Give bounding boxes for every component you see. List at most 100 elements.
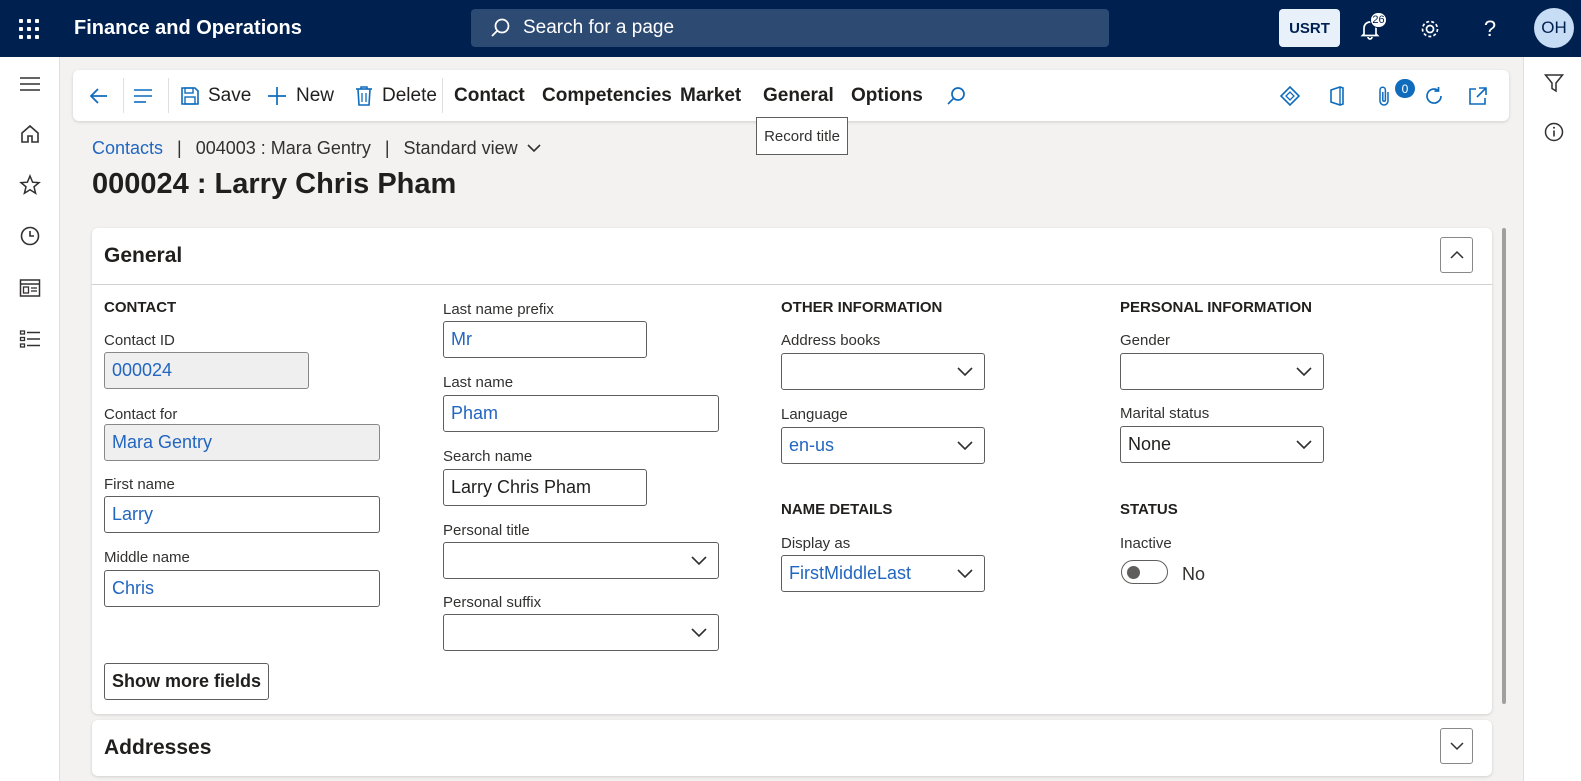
divider: [92, 284, 1492, 285]
chevron-down-icon: [1296, 367, 1312, 377]
address-books-dropdown[interactable]: [781, 353, 985, 390]
paperclip-icon: [1379, 86, 1389, 106]
chevron-up-icon: [1449, 250, 1464, 259]
left-navigation: [0, 57, 60, 781]
first-name-field[interactable]: Larry: [104, 496, 380, 533]
chevron-down-icon: [1296, 440, 1312, 450]
refresh-icon: [1426, 86, 1442, 104]
power-apps-button[interactable]: [1279, 70, 1309, 121]
trash-icon: [356, 85, 372, 106]
tab-contact[interactable]: Contact: [454, 70, 525, 121]
notifications-button[interactable]: 26: [1353, 12, 1387, 46]
collapse-button[interactable]: [1440, 237, 1473, 273]
delete-label: Delete: [382, 84, 437, 106]
office-icon: [1330, 85, 1344, 106]
last-name-field[interactable]: Pham: [443, 395, 719, 432]
actions-menu-button[interactable]: [132, 70, 162, 121]
name-details-heading: NAME DETAILS: [781, 501, 893, 518]
save-button[interactable]: Save: [180, 70, 251, 121]
open-new-window-button[interactable]: [1467, 70, 1497, 121]
delete-button[interactable]: Delete: [354, 70, 437, 121]
search-input[interactable]: Search for a page: [471, 9, 1109, 47]
personal-suffix-dropdown[interactable]: [443, 614, 719, 651]
new-button[interactable]: New: [266, 70, 334, 121]
last-name-prefix-field[interactable]: Mr: [443, 321, 647, 358]
inactive-toggle[interactable]: [1121, 560, 1168, 584]
tab-general[interactable]: General: [763, 70, 834, 121]
gear-icon: [1421, 20, 1439, 38]
status-heading: STATUS: [1120, 501, 1178, 518]
contact-for-field[interactable]: Mara Gentry: [104, 424, 380, 461]
contact-group-heading: CONTACT: [104, 299, 177, 316]
info-icon[interactable]: [1541, 119, 1567, 145]
gender-label: Gender: [1120, 332, 1171, 349]
breadcrumb-separator: |: [177, 137, 182, 158]
search-placeholder: Search for a page: [523, 17, 675, 38]
tab-options[interactable]: Options: [851, 70, 923, 121]
last-name-prefix-label: Last name prefix: [443, 301, 554, 318]
attachments-badge: 0: [1395, 79, 1415, 98]
display-as-dropdown[interactable]: FirstMiddleLast: [781, 555, 985, 592]
hamburger-icon[interactable]: [17, 71, 43, 97]
new-label: New: [296, 84, 335, 106]
question-icon: ?: [1483, 16, 1497, 41]
breadcrumb-contacts-link[interactable]: Contacts: [92, 138, 163, 159]
address-books-label: Address books: [781, 332, 881, 349]
addresses-fasttab: Addresses: [92, 720, 1492, 776]
star-icon[interactable]: [17, 172, 43, 198]
marital-status-dropdown[interactable]: None: [1120, 426, 1324, 463]
addresses-fasttab-header[interactable]: Addresses: [92, 720, 1492, 776]
workspace-icon[interactable]: [17, 275, 43, 301]
company-picker[interactable]: USRT: [1279, 9, 1340, 47]
personal-title-label: Personal title: [443, 522, 530, 539]
refresh-button[interactable]: [1423, 70, 1453, 121]
tab-competencies[interactable]: Competencies: [542, 70, 672, 121]
chevron-down-icon: [1449, 742, 1464, 751]
filter-icon[interactable]: [1541, 70, 1567, 96]
contact-id-field[interactable]: 000024: [104, 352, 309, 389]
vertical-scrollbar[interactable]: [1502, 228, 1506, 704]
settings-button[interactable]: [1413, 12, 1447, 46]
contact-id-label: Contact ID: [104, 332, 175, 349]
middle-name-label: Middle name: [104, 549, 190, 566]
inactive-value: No: [1182, 564, 1206, 584]
help-button[interactable]: ?: [1473, 12, 1507, 46]
search-icon: [491, 18, 510, 37]
notifications-badge: 26: [1370, 12, 1387, 28]
chevron-down-icon: [957, 569, 973, 579]
search-name-field[interactable]: Larry Chris Pham: [443, 469, 647, 506]
contact-for-label: Contact for: [104, 406, 178, 423]
other-information-heading: OTHER INFORMATION: [781, 299, 943, 316]
avatar[interactable]: OH: [1534, 8, 1574, 48]
modules-list-icon[interactable]: [17, 326, 43, 352]
app-launcher-button[interactable]: [0, 0, 58, 57]
save-label: Save: [208, 84, 252, 106]
lines-icon: [134, 88, 152, 103]
clock-icon[interactable]: [17, 223, 43, 249]
action-search-button[interactable]: [945, 70, 975, 121]
expand-button[interactable]: [1440, 728, 1473, 764]
display-as-value: FirstMiddleLast: [789, 563, 912, 583]
show-more-fields-button[interactable]: Show more fields: [104, 663, 269, 700]
office-button[interactable]: [1327, 70, 1355, 121]
chevron-down-icon: [957, 441, 973, 451]
chevron-down-icon: [527, 144, 541, 153]
home-icon[interactable]: [17, 121, 43, 147]
personal-title-dropdown[interactable]: [443, 542, 719, 579]
right-rail: [1523, 57, 1581, 781]
language-dropdown[interactable]: en-us: [781, 427, 985, 464]
tab-market[interactable]: Market: [680, 70, 741, 121]
view-selector[interactable]: Standard view: [404, 138, 542, 159]
display-as-label: Display as: [781, 535, 851, 552]
gender-dropdown[interactable]: [1120, 353, 1324, 390]
back-button[interactable]: [87, 70, 119, 121]
action-pane: Save New Delete Contact Competencies Mar…: [73, 70, 1509, 121]
app-title[interactable]: Finance and Operations: [74, 17, 302, 40]
marital-status-value: None: [1128, 434, 1172, 454]
general-fasttab-header[interactable]: General: [92, 228, 1492, 284]
page-title: 000024 : Larry Chris Pham: [92, 168, 457, 200]
breadcrumb-record: 004003 : Mara Gentry: [195, 137, 371, 158]
toggle-knob: [1127, 566, 1140, 579]
middle-name-field[interactable]: Chris: [104, 570, 380, 607]
chevron-down-icon: [691, 556, 707, 566]
